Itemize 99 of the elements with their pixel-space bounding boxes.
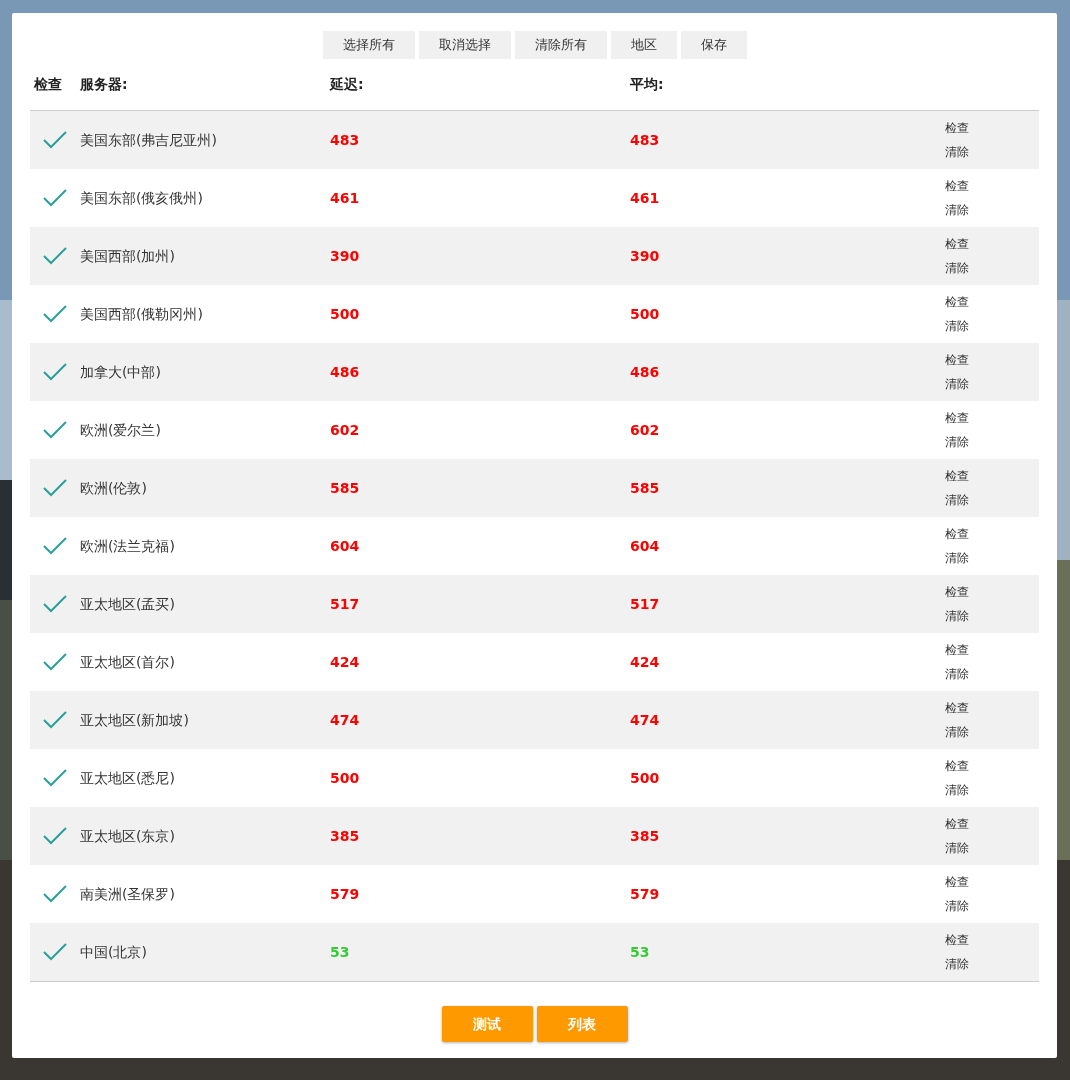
action-link[interactable]: 检查: [945, 348, 969, 372]
server-name: 亚太地区(悉尼): [80, 769, 175, 786]
action-link[interactable]: 清除: [945, 198, 969, 222]
action-link[interactable]: 检查: [945, 754, 969, 778]
server-name: 亚太地区(孟买): [80, 595, 175, 612]
action-link[interactable]: 检查: [945, 522, 969, 546]
action-link[interactable]: 清除: [945, 314, 969, 338]
toolbar-button[interactable]: 地区: [610, 31, 677, 59]
checkmark-icon[interactable]: [43, 247, 67, 265]
action-link[interactable]: 清除: [945, 720, 969, 744]
toolbar-button[interactable]: 清除所有: [514, 31, 607, 59]
action-link[interactable]: 检查: [945, 464, 969, 488]
toolbar-button[interactable]: 取消选择: [418, 31, 511, 59]
latency-value: 461: [330, 189, 360, 206]
column-header: 服务器:: [80, 76, 128, 92]
action-link[interactable]: 清除: [945, 256, 969, 280]
server-name: 亚太地区(东京): [80, 827, 175, 844]
action-link[interactable]: 清除: [945, 662, 969, 686]
latency-value: 585: [330, 479, 360, 496]
checkmark-icon[interactable]: [43, 189, 67, 207]
action-link[interactable]: 检查: [945, 696, 969, 720]
average-value: 500: [630, 769, 660, 786]
server-name: 中国(北京): [80, 943, 147, 960]
checkmark-icon[interactable]: [43, 595, 67, 613]
server-name: 欧洲(伦敦): [80, 479, 147, 496]
action-link[interactable]: 检查: [945, 870, 969, 894]
average-value: 390: [630, 247, 660, 264]
action-link[interactable]: 清除: [945, 894, 969, 918]
action-link[interactable]: 清除: [945, 604, 969, 628]
average-value: 483: [630, 131, 660, 148]
checkmark-icon[interactable]: [43, 943, 67, 961]
latency-value: 486: [330, 363, 360, 380]
checkmark-icon[interactable]: [43, 479, 67, 497]
action-link[interactable]: 清除: [945, 372, 969, 396]
server-name: 美国西部(加州): [80, 247, 175, 264]
action-link[interactable]: 清除: [945, 836, 969, 860]
latency-value: 500: [330, 769, 360, 786]
average-value: 461: [630, 189, 660, 206]
action-link[interactable]: 清除: [945, 430, 969, 454]
average-value: 585: [630, 479, 660, 496]
server-name: 欧洲(爱尔兰): [80, 421, 161, 438]
toolbar-button[interactable]: 选择所有: [322, 31, 415, 59]
latency-value: 385: [330, 827, 360, 844]
latency-value: 474: [330, 711, 360, 728]
average-value: 604: [630, 537, 660, 554]
server-name: 亚太地区(首尔): [80, 653, 175, 670]
action-link[interactable]: 检查: [945, 580, 969, 604]
column-header: 平均:: [630, 76, 664, 92]
server-name: 美国西部(俄勒冈州): [80, 305, 203, 322]
action-link[interactable]: 清除: [945, 140, 969, 164]
average-value: 486: [630, 363, 660, 380]
action-link[interactable]: 检查: [945, 232, 969, 256]
checkmark-icon[interactable]: [43, 131, 67, 149]
average-value: 474: [630, 711, 660, 728]
action-link[interactable]: 检查: [945, 116, 969, 140]
server-name: 欧洲(法兰克福): [80, 537, 175, 554]
server-name: 亚太地区(新加坡): [80, 711, 189, 728]
action-link[interactable]: 清除: [945, 952, 969, 976]
action-link[interactable]: 检查: [945, 638, 969, 662]
column-header: 检查: [34, 76, 62, 92]
checkmark-icon[interactable]: [43, 885, 67, 903]
action-link[interactable]: 检查: [945, 406, 969, 430]
column-header: 延迟:: [330, 76, 364, 92]
action-link[interactable]: 检查: [945, 928, 969, 952]
latency-value: 517: [330, 595, 360, 612]
server-name: 加拿大(中部): [80, 363, 161, 380]
average-value: 500: [630, 305, 660, 322]
action-link[interactable]: 清除: [945, 546, 969, 570]
latency-value: 579: [330, 885, 360, 902]
average-value: 602: [630, 421, 660, 438]
average-value: 53: [630, 943, 650, 960]
action-link[interactable]: 检查: [945, 812, 969, 836]
checkmark-icon[interactable]: [43, 421, 67, 439]
action-link[interactable]: 检查: [945, 290, 969, 314]
average-value: 517: [630, 595, 660, 612]
checkmark-icon[interactable]: [43, 769, 67, 787]
average-value: 424: [630, 653, 660, 670]
server-name: 美国东部(弗吉尼亚州): [80, 131, 217, 148]
action-link[interactable]: 检查: [945, 174, 969, 198]
latency-value: 483: [330, 131, 360, 148]
latency-value: 602: [330, 421, 360, 438]
checkmark-icon[interactable]: [43, 537, 67, 555]
checkmark-icon[interactable]: [43, 305, 67, 323]
action-link[interactable]: 清除: [945, 778, 969, 802]
server-name: 美国东部(俄亥俄州): [80, 189, 203, 206]
checkmark-icon[interactable]: [43, 827, 67, 845]
toolbar-button[interactable]: 保存: [680, 31, 747, 59]
checkmark-icon[interactable]: [43, 711, 67, 729]
checkmark-icon[interactable]: [43, 363, 67, 381]
average-value: 385: [630, 827, 660, 844]
latency-value: 500: [330, 305, 360, 322]
average-value: 579: [630, 885, 660, 902]
latency-value: 390: [330, 247, 360, 264]
action-link[interactable]: 清除: [945, 488, 969, 512]
latency-value: 53: [330, 943, 350, 960]
latency-value: 424: [330, 653, 360, 670]
server-name: 南美洲(圣保罗): [80, 885, 175, 902]
latency-value: 604: [330, 537, 360, 554]
checkmark-icon[interactable]: [43, 653, 67, 671]
